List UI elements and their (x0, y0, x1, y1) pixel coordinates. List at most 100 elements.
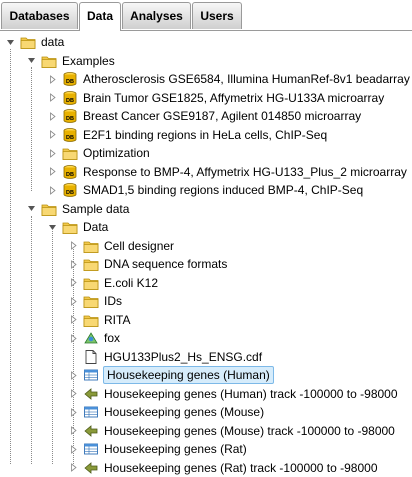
database-icon: DB (62, 108, 78, 124)
database-icon: DB (62, 71, 78, 87)
tree-node-label[interactable]: Housekeeping genes (Human) track -100000… (103, 386, 399, 402)
tree-node[interactable]: DB Brain Tumor GSE1825, Affymetrix HG-U13… (48, 89, 385, 107)
tree-node-label[interactable]: Cell designer (103, 238, 175, 254)
folder-icon (83, 238, 99, 254)
tree-node-label[interactable]: SMAD1,5 binding regions induced BMP-4, C… (82, 182, 364, 198)
collapse-arrow-icon[interactable] (27, 56, 36, 65)
expand-arrow-icon[interactable] (69, 407, 78, 417)
svg-text:DB: DB (66, 98, 74, 104)
tree-node-label[interactable]: Data (82, 219, 109, 235)
tree-node[interactable]: Examples (27, 52, 116, 70)
database-icon: DB (62, 164, 78, 180)
tree-node-label[interactable]: IDs (103, 293, 123, 309)
folder-icon (62, 219, 78, 235)
tree-node-label[interactable]: E2F1 binding regions in HeLa cells, ChIP… (82, 127, 328, 143)
track-icon (83, 423, 99, 439)
tree-node[interactable]: Housekeeping genes (Rat) track -100000 t… (69, 459, 379, 477)
tree-node-label[interactable]: Housekeeping genes (Mouse) (103, 404, 265, 420)
tree-node[interactable]: fox (69, 329, 121, 347)
tree-node-label[interactable]: RITA (103, 312, 131, 328)
tree-node[interactable]: Housekeeping genes (Mouse) track -100000… (69, 422, 396, 440)
tab-users[interactable]: Users (192, 2, 242, 29)
tree-node-label[interactable]: data (40, 34, 65, 50)
tree-node[interactable]: Housekeeping genes (Human) (69, 366, 274, 384)
expand-arrow-icon[interactable] (48, 185, 57, 195)
tree-node-label[interactable]: HGU133Plus2_Hs_ENSG.cdf (103, 349, 263, 365)
expand-arrow-icon[interactable] (69, 370, 78, 380)
expand-arrow-icon[interactable] (69, 315, 78, 324)
tree-node[interactable]: DB Response to BMP-4, Affymetrix HG-U133_… (48, 163, 408, 181)
tree-node[interactable]: data (6, 33, 65, 51)
file-icon (83, 349, 99, 365)
tree-node-label[interactable]: Optimization (82, 145, 151, 161)
expand-arrow-icon[interactable] (48, 74, 57, 84)
tree-node[interactable]: DB Breast Cancer GSE9187, Agilent 014850 … (48, 107, 362, 125)
tree-node[interactable]: Housekeeping genes (Mouse) (69, 403, 265, 421)
tree-node[interactable]: DB Atherosclerosis GSE6584, Illumina Huma… (48, 70, 411, 88)
tree-node-label[interactable]: Brain Tumor GSE1825, Affymetrix HG-U133A… (82, 90, 385, 106)
tree-node[interactable]: Cell designer (69, 237, 175, 255)
collapse-arrow-icon[interactable] (6, 38, 15, 47)
tree-node-label[interactable]: E.coli K12 (103, 275, 159, 291)
track-icon (83, 460, 99, 476)
tree-node[interactable]: Housekeeping genes (Human) track -100000… (69, 385, 399, 403)
tree-node[interactable]: IDs (69, 292, 123, 310)
tree-node[interactable]: Optimization (48, 144, 151, 162)
tree-node-label[interactable]: fox (103, 330, 121, 346)
tab-data[interactable]: Data (79, 2, 121, 31)
tree-guide-line (31, 216, 32, 464)
tree-node[interactable]: RITA (69, 311, 131, 329)
expand-arrow-icon[interactable] (48, 167, 57, 176)
folder-icon (83, 256, 99, 272)
tree-node[interactable]: Sample data (27, 200, 130, 218)
folder-icon (83, 293, 99, 309)
tree-node-label[interactable]: Atherosclerosis GSE6584, Illumina HumanR… (82, 71, 411, 87)
tree-node[interactable]: Housekeeping genes (Rat) (69, 440, 248, 458)
expand-arrow-icon[interactable] (69, 259, 78, 269)
tree-guide-line (31, 67, 32, 191)
svg-text:DB: DB (66, 135, 74, 141)
expand-arrow-icon[interactable] (69, 463, 78, 472)
tree-node-label[interactable]: Breast Cancer GSE9187, Agilent 014850 mi… (82, 108, 362, 124)
expand-arrow-icon[interactable] (48, 93, 57, 102)
tree-node-label[interactable]: Sample data (61, 201, 130, 217)
expand-arrow-icon[interactable] (48, 130, 57, 139)
expand-arrow-icon[interactable] (69, 296, 78, 306)
folder-icon (41, 201, 57, 217)
expand-arrow-icon[interactable] (69, 278, 78, 287)
expand-arrow-icon[interactable] (69, 241, 78, 250)
tree-node-label[interactable]: Examples (61, 53, 116, 69)
collapse-arrow-icon[interactable] (27, 204, 36, 213)
svg-text:DB: DB (66, 79, 74, 85)
svg-text:DB: DB (66, 172, 74, 178)
tree-node[interactable]: DB E2F1 binding regions in HeLa cells, Ch… (48, 126, 328, 144)
tree-node[interactable]: Data (48, 218, 109, 236)
database-icon: DB (62, 127, 78, 143)
tree-node-label[interactable]: Housekeeping genes (Human) (103, 366, 274, 384)
expand-arrow-icon[interactable] (69, 426, 78, 435)
tree-node-label[interactable]: DNA sequence formats (103, 256, 228, 272)
database-icon: DB (62, 90, 78, 106)
expand-arrow-icon[interactable] (48, 111, 57, 121)
tree-node[interactable]: DB SMAD1,5 binding regions induced BMP-4,… (48, 181, 364, 199)
tree-node-label[interactable]: Housekeeping genes (Mouse) track -100000… (103, 423, 396, 439)
tree-node-label[interactable]: Housekeeping genes (Rat) (103, 441, 248, 457)
tree-node[interactable]: HGU133Plus2_Hs_ENSG.cdf (69, 348, 263, 366)
expand-arrow-icon[interactable] (69, 333, 78, 343)
tab-bar: Databases Data Analyses Users (0, 0, 412, 31)
expand-arrow-icon[interactable] (69, 389, 78, 398)
expand-arrow-icon[interactable] (48, 148, 57, 158)
tab-databases[interactable]: Databases (1, 2, 78, 29)
tab-analyses[interactable]: Analyses (122, 2, 191, 29)
tree-node-label[interactable]: Response to BMP-4, Affymetrix HG-U133_Pl… (82, 164, 408, 180)
tree-guide-line (10, 49, 11, 464)
tree-node[interactable]: DNA sequence formats (69, 255, 228, 273)
folder-icon (83, 275, 99, 291)
collapse-arrow-icon[interactable] (48, 223, 57, 232)
tree-node-label[interactable]: Housekeeping genes (Rat) track -100000 t… (103, 460, 379, 476)
table-icon (83, 404, 99, 420)
genome-icon (83, 330, 99, 346)
tree-node[interactable]: E.coli K12 (69, 274, 159, 292)
expand-arrow-icon[interactable] (69, 444, 78, 454)
